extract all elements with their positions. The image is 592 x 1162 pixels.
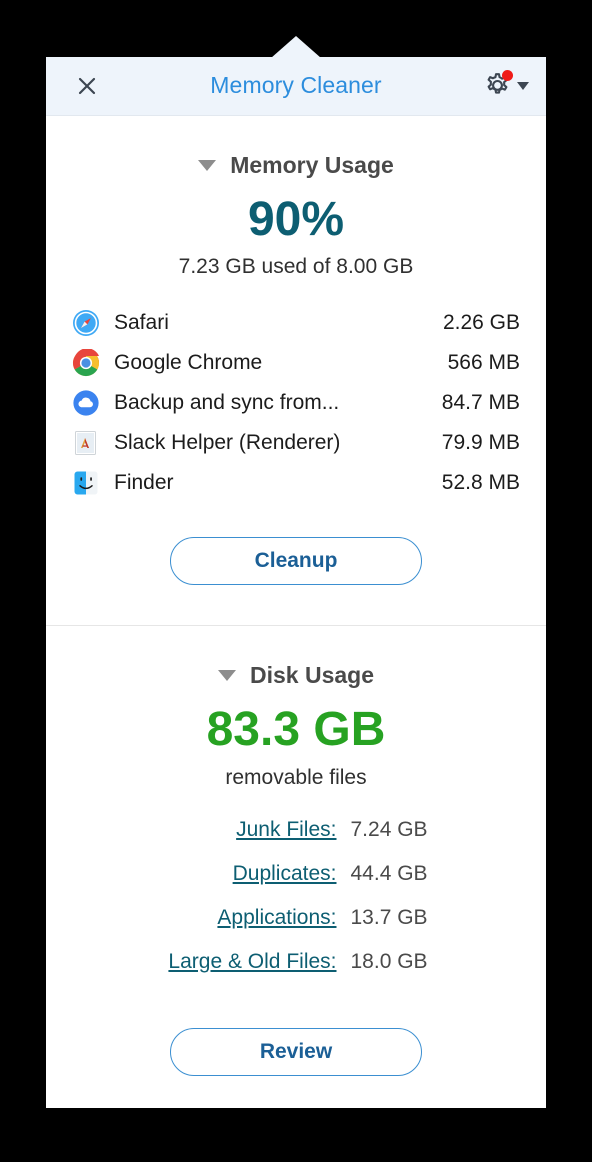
process-name: Google Chrome [114,351,263,375]
memory-section-header[interactable]: Memory Usage [46,116,546,179]
backup-and-sync-icon [72,389,100,417]
memory-detail: 7.23 GB used of 8.00 GB [178,255,414,279]
list-item: Junk Files: 7.24 GB [46,818,546,862]
disk-category-link[interactable]: Duplicates: [122,862,337,886]
disk-caption: removable files [225,765,367,789]
finder-icon [72,469,100,497]
triangle-down-icon [198,160,217,171]
list-item[interactable]: Safari 2.26 GB [72,303,520,343]
process-size: 84.7 MB [441,391,520,415]
review-button-row: Review [46,994,546,1076]
safari-icon [72,309,100,337]
process-size: 79.9 MB [441,431,520,455]
disk-category-value: 44.4 GB [350,861,428,885]
list-item[interactable]: Google Chrome 566 MB [72,343,520,383]
disk-category-link[interactable]: Applications: [122,906,336,930]
process-name: Backup and sync from... [114,391,340,415]
list-item: Applications: 13.7 GB [46,906,546,950]
memory-cleaner-popover: Memory Cleaner Memory Usage 90% 7.23 GB … [46,57,546,1108]
memory-percent: 90% [247,193,345,246]
window-titlebar: Memory Cleaner [46,57,546,116]
list-item: Large & Old Files: 18.0 GB [46,950,546,994]
process-name: Finder [114,471,174,495]
cleanup-button[interactable]: Cleanup [170,537,422,586]
disk-section-title: Disk Usage [249,662,374,689]
triangle-down-icon [217,670,236,682]
disk-section-header[interactable]: Disk Usage [46,626,546,689]
disk-amount: 83.3 GB [206,703,386,757]
process-name: Safari [114,311,169,335]
disk-category-list: Junk Files: 7.24 GB Duplicates: 44.4 GB … [46,818,546,994]
disk-category-link[interactable]: Large & Old Files: [122,950,336,974]
list-item: Duplicates: 44.4 GB [46,862,546,906]
disk-category-value: 13.7 GB [350,905,428,929]
chrome-icon [72,348,100,377]
review-button[interactable]: Review [170,1027,422,1076]
chevron-down-icon [517,82,529,90]
generic-app-icon [72,429,100,457]
memory-usage-section: Memory Usage 90% 7.23 GB used of 8.00 GB… [46,116,546,586]
gear-badge-holder [479,69,513,103]
screen-root: Memory Cleaner Memory Usage 90% 7.23 GB … [0,0,592,1162]
notification-badge-icon [502,70,513,81]
memory-section-title: Memory Usage [230,152,394,178]
cleanup-button-row: Cleanup [46,503,546,586]
process-size: 566 MB [447,351,520,375]
list-item[interactable]: Slack Helper (Renderer) 79.9 MB [72,423,520,463]
disk-usage-section: Disk Usage 83.3 GB removable files Junk … [46,626,546,1076]
disk-category-value: 7.24 GB [350,817,428,841]
process-size: 52.8 MB [441,471,520,495]
settings-menu-button[interactable] [479,69,529,103]
disk-category-link[interactable]: Junk Files: [122,818,336,842]
process-list: Safari 2.26 GB Google Chrome 566 MB Back… [46,303,546,503]
process-name: Slack Helper (Renderer) [114,431,341,455]
popover-notch [271,36,321,58]
process-size: 2.26 GB [442,311,520,335]
list-item[interactable]: Finder 52.8 MB [72,463,520,503]
window-title: Memory Cleaner [210,72,382,98]
list-item[interactable]: Backup and sync from... 84.7 MB [72,383,520,423]
disk-category-value: 18.0 GB [350,949,428,973]
